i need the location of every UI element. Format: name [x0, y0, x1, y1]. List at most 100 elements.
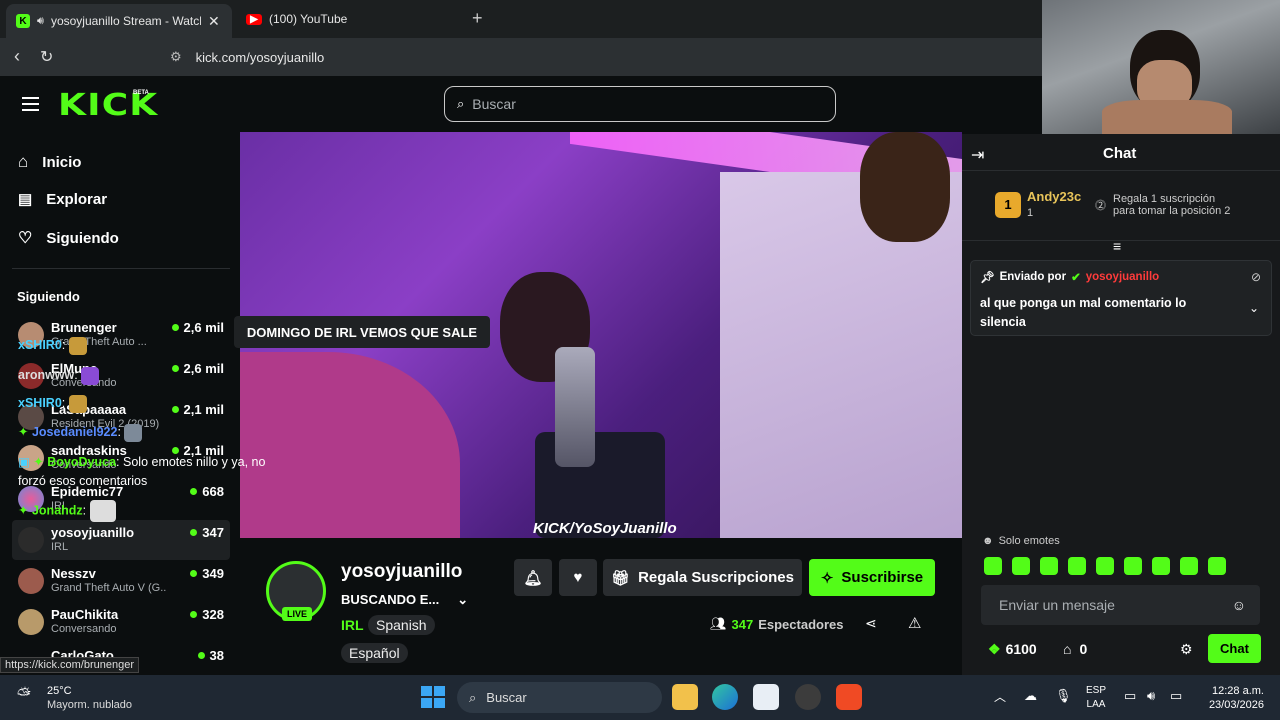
battery-icon[interactable]: ▭ [1170, 688, 1182, 704]
nav-inicio[interactable]: ⌂ Inicio [18, 152, 81, 172]
tray-app-icon[interactable]: ☁︎ [1024, 688, 1037, 704]
channel-title[interactable]: yosoyjuanillo [341, 561, 462, 583]
site-info-icon[interactable]: ⚙︎ [170, 49, 182, 65]
tab-youtube[interactable]: ▶ (100) YouTube [236, 4, 462, 34]
leader-name[interactable]: Andy23c [1027, 189, 1081, 204]
live-badge: LIVE [282, 607, 312, 621]
file-explorer-icon[interactable] [672, 684, 698, 710]
channel-name: PauChikita [51, 607, 119, 622]
expand-pin-icon[interactable]: ⌄ [1249, 301, 1259, 315]
pinned-message: 📌︎ Enviado por ✔ yosoyjuanillo ⊘ al que … [970, 260, 1272, 336]
chat-settings-icon[interactable]: ⚙︎ [1180, 641, 1193, 658]
store-icon: ⌂ [1063, 641, 1072, 657]
search-input[interactable]: ⌕ Buscar [444, 86, 836, 122]
windows-start-icon[interactable] [421, 686, 445, 708]
gift-hint-icon: ⓶ [1095, 200, 1106, 212]
hide-pin-icon[interactable]: ⊘ [1251, 270, 1261, 284]
edge-icon[interactable] [712, 684, 738, 710]
tab-close-icon[interactable]: ✕ [208, 13, 220, 30]
chat-message: ▣ ✦ BoyoDyuca: Solo emotes nillo y ya, n… [18, 455, 266, 488]
clock[interactable]: 12:28 a.m. 23/03/2026 [1198, 684, 1264, 712]
stream-title[interactable]: BUSCANDO E... ⌄ [341, 592, 468, 608]
channel-item-pauchikita[interactable]: PauChikita Conversando 328 [12, 602, 230, 642]
emote-icon[interactable] [1180, 557, 1198, 575]
badge-icon: ✦ [18, 503, 29, 518]
viewer-count-display: 👥︎ 347 Espectadores [710, 616, 843, 632]
obs-icon[interactable] [795, 684, 821, 710]
back-icon[interactable]: ‹ [14, 46, 20, 67]
emote-icon[interactable] [1208, 557, 1226, 575]
chat-input[interactable]: Enviar un mensaje ☺ [981, 585, 1260, 625]
nav-label: Inicio [42, 153, 82, 171]
menu-icon[interactable] [22, 97, 39, 111]
microphone-icon[interactable]: 🎙︎ [1055, 688, 1072, 704]
viewer-count: 2,6 mil [171, 320, 224, 335]
send-chat-button[interactable]: Chat [1208, 634, 1261, 663]
emote-icon[interactable] [1012, 557, 1030, 575]
emote-icon[interactable] [1040, 557, 1058, 575]
nav-explorar[interactable]: ▤ Explorar [18, 190, 108, 209]
channel-item-yosoyjuanillo[interactable]: yosoyjuanillo IRL 347 [12, 520, 230, 560]
keyboard-layout[interactable]: ESP LAA [1086, 684, 1106, 712]
channel-category: Grand Theft Auto V (G... [51, 582, 166, 594]
nav-siguiendo[interactable]: ♡ Siguiendo [18, 228, 119, 248]
chevron-down-icon[interactable]: ⌄ [457, 592, 468, 608]
collapse-chat-icon[interactable]: ⇥ [971, 145, 984, 165]
tab-title: (100) YouTube [269, 12, 348, 26]
drops[interactable]: ⌂ 0 [1063, 641, 1087, 657]
viewer-count: 349 [190, 566, 224, 581]
chat-username[interactable]: xSHIR0 [18, 396, 62, 410]
emote-icon[interactable] [1124, 557, 1142, 575]
display-icon[interactable]: ▭ [1124, 688, 1136, 704]
notification-bell-button[interactable]: 🔔︎ [514, 559, 552, 596]
tag-spanish[interactable]: Spanish [368, 615, 435, 635]
tray-chevron-icon[interactable]: ︿ [994, 688, 1006, 705]
channel-item-nesszv[interactable]: Nesszv Grand Theft Auto V (G... 349 [12, 561, 230, 601]
emote-icon[interactable] [1152, 557, 1170, 575]
viewer-count: 328 [190, 607, 224, 622]
emoji-picker-icon[interactable]: ☺ [1232, 597, 1246, 613]
chat-username[interactable]: BoyoDyuca [47, 455, 116, 469]
chat-username[interactable]: Jonahdz [32, 503, 83, 517]
pinned-text: al que ponga un mal comentario lo silenc… [980, 296, 1187, 329]
following-section-title: Siguiendo [17, 289, 80, 304]
badge-icon: ▣ [18, 455, 30, 469]
viewer-count: 2,6 mil [171, 361, 224, 376]
gift-subscriptions-button[interactable]: 🎁︎ Regala Suscripciones [603, 559, 802, 596]
pin-toggle-icon[interactable]: ≡ [1113, 238, 1121, 254]
category-link[interactable]: IRL [341, 617, 364, 633]
new-tab-icon[interactable]: + [472, 8, 483, 29]
follow-button[interactable]: ♥ [559, 559, 597, 596]
pinned-header: 📌︎ Enviado por ✔ yosoyjuanillo [980, 270, 1159, 284]
reload-icon[interactable]: ↻ [40, 47, 53, 67]
emote-icon[interactable] [984, 557, 1002, 575]
pinned-user[interactable]: yosoyjuanillo [1086, 271, 1160, 283]
lang-label: ESP [1086, 685, 1107, 696]
weather-widget[interactable]: 25°C Mayorm. nublado [47, 684, 132, 712]
volume-icon[interactable]: 🔊︎ [1147, 688, 1155, 704]
brave-icon[interactable] [836, 684, 862, 710]
badge-icon: ✦ [18, 425, 29, 439]
chat-username[interactable]: aronwww [18, 368, 74, 382]
store-app-icon[interactable] [753, 684, 779, 710]
chat-username[interactable]: xSHIR0 [18, 338, 62, 352]
url-field[interactable]: ⚙︎ kick.com/yosoyjuanillo [160, 44, 1040, 70]
tag-espanol[interactable]: Español [341, 643, 408, 663]
tab-kick[interactable]: K 🔊︎ yosoyjuanillo Stream - Watch ✕ [6, 4, 232, 38]
weather-icon[interactable]: ⛅︎ [17, 685, 31, 705]
chat-message: aronwww: [18, 366, 100, 385]
emote-icon[interactable] [1068, 557, 1086, 575]
tab-title: yosoyjuanillo Stream - Watch [50, 14, 201, 28]
badge-icon: ✦ [33, 455, 44, 469]
report-icon[interactable]: ⚠︎ [908, 614, 921, 632]
chat-username[interactable]: Josedaniel922 [32, 425, 117, 439]
share-icon[interactable]: ⋖ [865, 615, 877, 632]
stream-title-tooltip: DOMINGO DE IRL VEMOS QUE SALE [234, 316, 490, 348]
emote-icon[interactable] [1096, 557, 1114, 575]
chat-message: xSHIR0: [18, 336, 87, 355]
taskbar-search[interactable]: ⌕ Buscar [457, 682, 662, 713]
nav-label: Explorar [46, 190, 108, 208]
subscribe-button[interactable]: ✧ Suscribirse [809, 559, 935, 596]
channel-points[interactable]: ❖ 6100 [988, 641, 1037, 658]
emote-bar [984, 557, 1226, 575]
